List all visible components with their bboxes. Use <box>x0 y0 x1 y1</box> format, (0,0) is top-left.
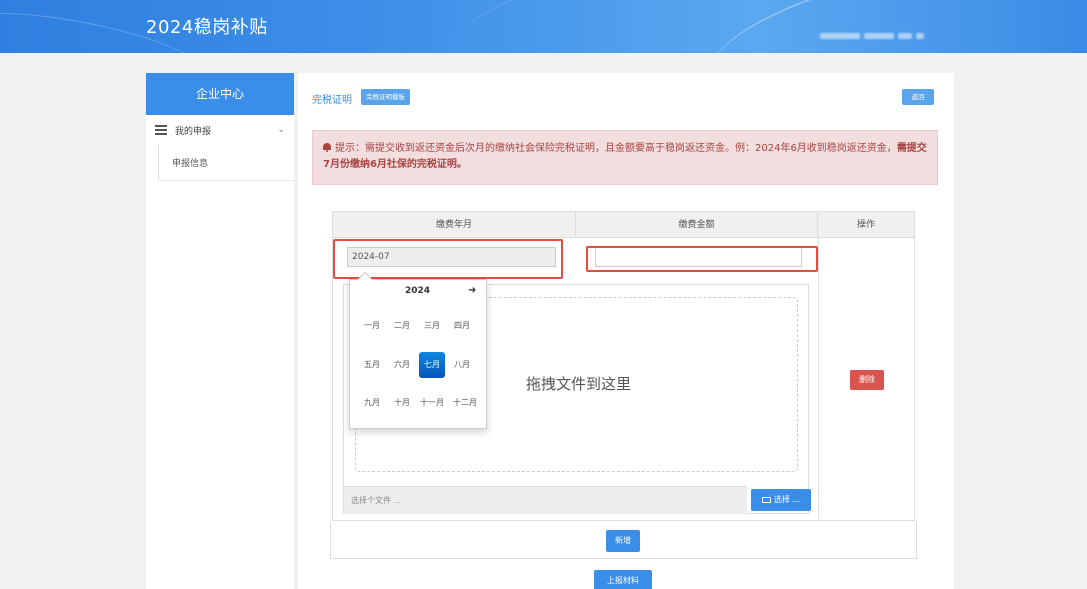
dropzone-text: 拖拽文件到这里 <box>526 375 632 393</box>
sidebar: 企业中心 我的申报 ⌄ 申报信息 <box>146 73 294 589</box>
month-option[interactable]: 六月 <box>389 352 415 378</box>
month-option[interactable]: 四月 <box>449 313 475 339</box>
page-breadcrumb[interactable]: 完税证明 <box>312 91 352 106</box>
template-button[interactable]: 完税证明模板 <box>361 89 410 105</box>
folder-icon <box>761 497 771 503</box>
month-option-selected[interactable]: 七月 <box>419 352 445 378</box>
user-info-blurred[interactable] <box>820 24 960 39</box>
app-title: 2024稳岗补贴 <box>146 17 268 38</box>
alert-text: 提示：需提交收到返还资金后次月的缴纳社会保险完税证明，且金额要高于稳岗返还资金。… <box>335 143 897 154</box>
column-divider <box>818 238 819 520</box>
picker-year[interactable]: 2024 <box>405 286 430 296</box>
sidebar-group-my-applications[interactable]: 我的申报 ⌄ <box>146 115 294 145</box>
bell-icon <box>323 143 331 152</box>
month-option[interactable]: 一月 <box>359 313 385 339</box>
notice-alert: 提示：需提交收到返还资金后次月的缴纳社会保险完税证明，且金额要高于稳岗返还资金。… <box>312 130 938 185</box>
column-header-action: 操作 <box>818 212 914 238</box>
file-name-field[interactable]: 选择个文件 ... <box>344 486 747 514</box>
column-header-amount: 缴费金额 <box>576 212 818 238</box>
month-option[interactable]: 九月 <box>359 390 385 416</box>
month-option[interactable]: 十一月 <box>416 390 448 416</box>
sidebar-group-label: 我的申报 <box>175 126 212 137</box>
delete-button[interactable]: 删除 <box>850 370 884 390</box>
chevron-down-icon: ⌄ <box>277 125 285 135</box>
sidebar-item-application-info[interactable]: 申报信息 <box>158 145 294 181</box>
month-option[interactable]: 五月 <box>359 352 385 378</box>
choose-file-button[interactable]: 选择 ... <box>751 489 811 511</box>
month-option[interactable]: 八月 <box>449 352 475 378</box>
highlight-box-amount <box>586 246 818 272</box>
choose-file-label: 选择 ... <box>773 495 801 504</box>
month-option[interactable]: 二月 <box>389 313 415 339</box>
sidebar-title: 企业中心 <box>146 73 294 115</box>
back-button[interactable]: 返回 <box>902 89 934 105</box>
next-year-arrow-icon[interactable]: ➜ <box>468 285 476 296</box>
submit-materials-button[interactable]: 上报材料 <box>594 570 652 589</box>
list-icon <box>155 125 167 135</box>
month-option[interactable]: 十二月 <box>449 390 481 416</box>
month-option[interactable]: 十月 <box>389 390 415 416</box>
add-button[interactable]: 新增 <box>606 530 640 552</box>
month-option[interactable]: 三月 <box>419 313 445 339</box>
column-header-month: 缴费年月 <box>333 212 576 238</box>
top-header: 2024稳岗补贴 <box>0 0 1087 53</box>
highlight-box-month <box>333 239 563 279</box>
month-picker-popup: 2024 ➜ 一月 二月 三月 四月 五月 六月 七月 八月 九月 十月 十一月… <box>349 271 487 429</box>
